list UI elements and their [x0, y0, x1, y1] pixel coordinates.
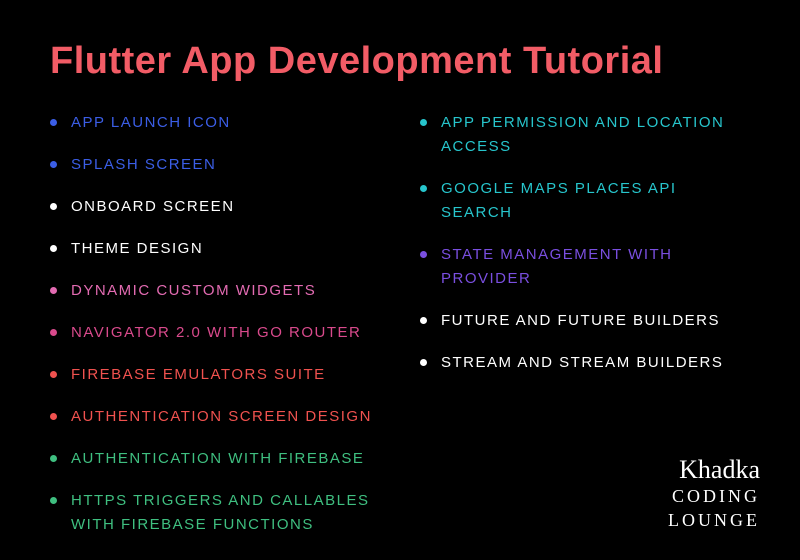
bullet-icon — [50, 287, 57, 294]
brand-footer: Khadka CODING LOUNGE — [668, 457, 760, 532]
slide-title: Flutter App Development Tutorial — [50, 40, 750, 83]
topic-item: Theme Design — [50, 237, 380, 261]
topic-item: State Management with Provider — [420, 243, 750, 291]
topic-item: Navigator 2.0 with Go Router — [50, 321, 380, 345]
topic-item: HTTPS Triggers and Callables with Fireba… — [50, 489, 380, 537]
topic-label: Dynamic Custom Widgets — [71, 279, 316, 303]
topic-label: HTTPS Triggers and Callables with Fireba… — [71, 489, 380, 537]
topic-item: App Permission and Location access — [420, 111, 750, 159]
bullet-icon — [420, 119, 427, 126]
topic-label: Navigator 2.0 with Go Router — [71, 321, 361, 345]
topic-list-left: App Launch Icon Splash Screen OnBoard Scre… — [50, 111, 380, 555]
bullet-icon — [50, 161, 57, 168]
topic-label: App Permission and Location access — [441, 111, 750, 159]
bullet-icon — [50, 245, 57, 252]
topic-label: Authentication with Firebase — [71, 447, 364, 471]
topic-label: State Management with Provider — [441, 243, 750, 291]
topic-item: Dynamic Custom Widgets — [50, 279, 380, 303]
topic-item: App Launch Icon — [50, 111, 380, 135]
bullet-icon — [50, 497, 57, 504]
brand-script: Khadka — [668, 457, 760, 483]
topic-label: Google Maps Places API Search — [441, 177, 750, 225]
bullet-icon — [50, 413, 57, 420]
topic-label: App Launch Icon — [71, 111, 231, 135]
bullet-icon — [50, 371, 57, 378]
topic-item: Future and Future Builders — [420, 309, 750, 333]
brand-line1: CODING — [668, 485, 760, 508]
brand-line2: LOUNGE — [668, 509, 760, 532]
bullet-icon — [50, 119, 57, 126]
topic-item: Authentication Screen Design — [50, 405, 380, 429]
topic-label: Theme Design — [71, 237, 203, 261]
bullet-icon — [420, 359, 427, 366]
topic-label: Splash Screen — [71, 153, 216, 177]
topic-label: Stream and Stream Builders — [441, 351, 723, 375]
bullet-icon — [420, 185, 427, 192]
topic-item: Splash Screen — [50, 153, 380, 177]
bullet-icon — [50, 455, 57, 462]
bullet-icon — [50, 329, 57, 336]
topic-item: Firebase Emulators Suite — [50, 363, 380, 387]
topic-label: Firebase Emulators Suite — [71, 363, 326, 387]
bullet-icon — [50, 203, 57, 210]
columns: App Launch Icon Splash Screen OnBoard Scre… — [50, 111, 750, 555]
bullet-icon — [420, 251, 427, 258]
topic-item: OnBoard Screen — [50, 195, 380, 219]
topic-item: Stream and Stream Builders — [420, 351, 750, 375]
topic-item: Google Maps Places API Search — [420, 177, 750, 225]
topic-item: Authentication with Firebase — [50, 447, 380, 471]
topic-label: Future and Future Builders — [441, 309, 720, 333]
bullet-icon — [420, 317, 427, 324]
topic-label: OnBoard Screen — [71, 195, 235, 219]
topic-label: Authentication Screen Design — [71, 405, 372, 429]
slide: Flutter App Development Tutorial App Lau… — [0, 0, 800, 560]
